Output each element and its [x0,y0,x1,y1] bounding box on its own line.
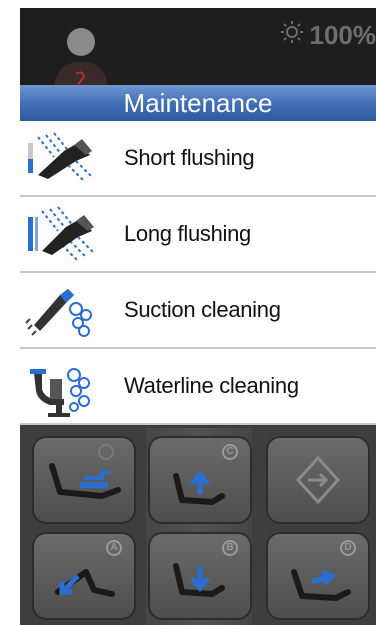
chair-control-panel: C A B D [20,428,376,625]
brightness-indicator[interactable]: 100% [280,20,376,51]
menu-item-label: Long flushing [124,221,251,246]
brightness-value: 100% [309,20,376,50]
program-letter-badge: D [340,540,356,556]
chair-rinse-position-button[interactable] [32,436,136,524]
chair-program-d-button[interactable]: D [266,532,370,620]
page-title: Maintenance [20,85,376,121]
chair-rinse-icon [49,444,121,499]
suction-cleaning-icon [20,273,106,347]
waterline-cleaning-icon [20,349,106,423]
confirm-enter-button[interactable] [266,436,370,524]
long-flushing-icon [20,197,106,271]
status-bar: 100% [20,8,376,88]
chair-down-program-b-button[interactable]: B [148,532,252,620]
menu-item-suction-cleaning[interactable]: Suction cleaning [20,273,376,349]
program-letter-badge: A [106,540,122,556]
menu-item-short-flushing[interactable]: Short flushing [20,121,376,197]
enter-icon [295,455,341,505]
maintenance-menu: Short flushing Long flushing Suction cle… [20,121,376,425]
short-flushing-icon [20,121,106,195]
chair-program-a-button[interactable]: A [32,532,136,620]
menu-item-label: Suction cleaning [124,297,281,322]
menu-item-label: Waterline cleaning [124,373,299,398]
sun-icon [280,20,304,51]
program-letter-badge: C [222,444,238,460]
chair-up-program-c-button[interactable]: C [148,436,252,524]
program-letter-badge: B [222,540,238,556]
menu-item-waterline-cleaning[interactable]: Waterline cleaning [20,349,376,425]
menu-item-long-flushing[interactable]: Long flushing [20,197,376,273]
user-avatar-icon[interactable] [46,18,116,88]
menu-item-label: Short flushing [124,145,255,170]
device-screen: 100% Maintenance Short flushing Long flu… [20,8,376,625]
